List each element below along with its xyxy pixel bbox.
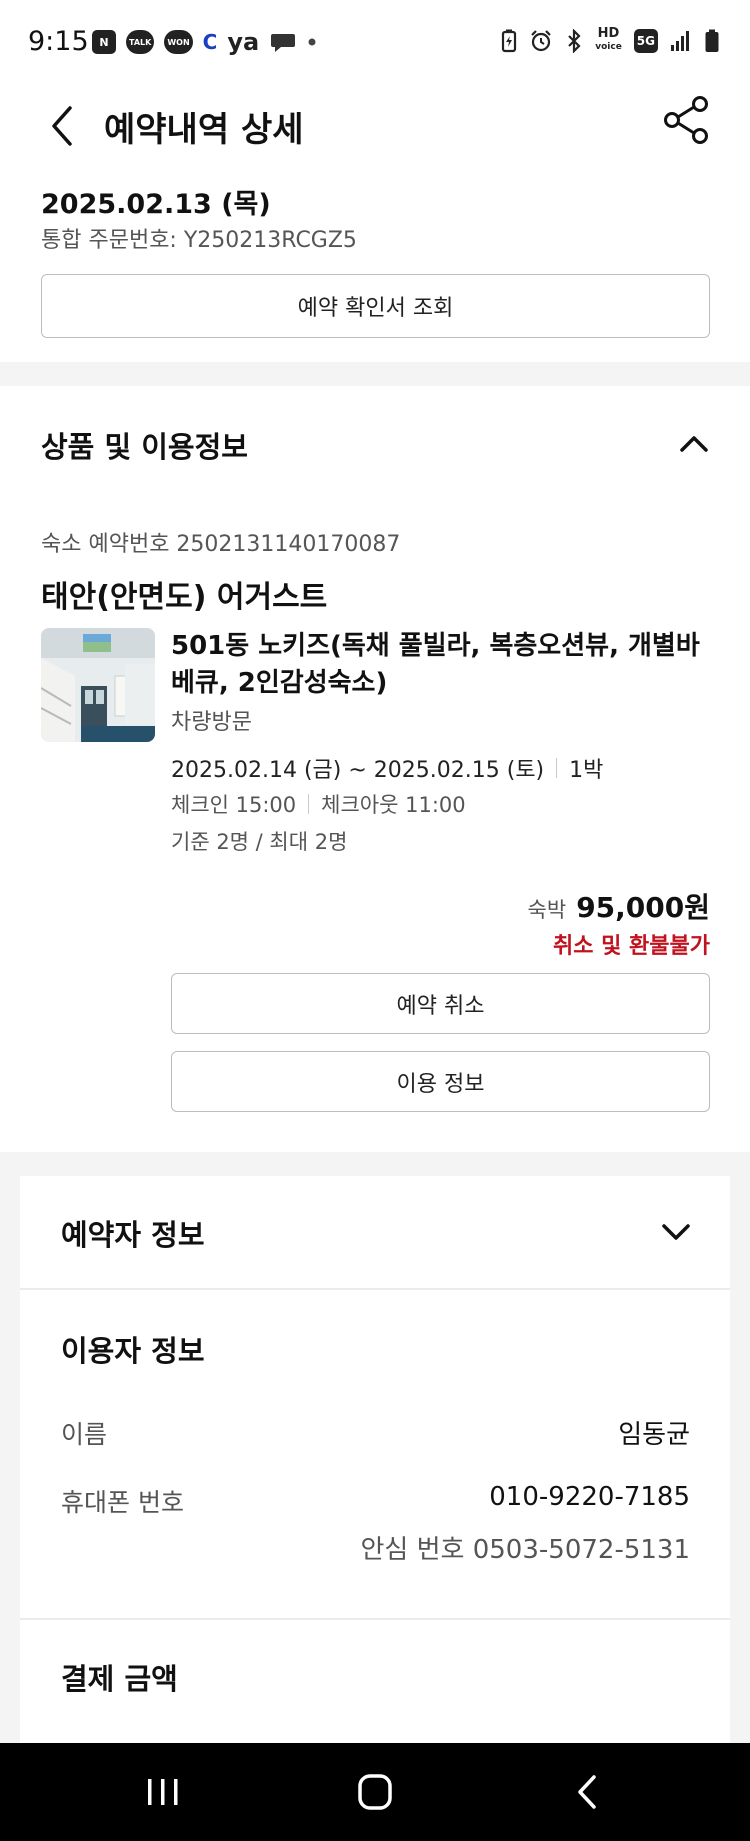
room-capacity: 기준 2명 / 최대 2명	[171, 830, 348, 854]
payment-panel: 결제 금액	[20, 1620, 730, 1743]
user-section-title: 이용자 정보	[61, 1334, 205, 1368]
hotel-name[interactable]: 태안(안면도) 어거스트	[41, 572, 327, 616]
safe-number: 안심 번호 0503-5072-5131	[360, 1535, 690, 1565]
ya-icon: ya	[227, 28, 260, 56]
battery-saver-icon	[502, 29, 517, 52]
lodging-reservation-number: 숙소 예약번호 2502131140170087	[41, 532, 401, 557]
price-label: 숙박	[527, 898, 567, 922]
room-thumbnail	[41, 628, 155, 742]
notification-icons: N TALK WON C ya	[92, 28, 317, 56]
divider	[308, 794, 310, 814]
stay-dates: 2025.02.14 (금) ~ 2025.02.15 (토)	[171, 758, 545, 783]
price-row: 숙박 95,000원	[528, 886, 710, 926]
cancel-reservation-button[interactable]: 예약 취소	[171, 973, 710, 1034]
phone-value: 010-9220-7185	[489, 1482, 690, 1512]
confirmation-view-button[interactable]: 예약 확인서 조회	[41, 274, 710, 338]
system-nav-bar	[0, 1743, 750, 1841]
status-bar: 9:15 N TALK WON C ya HD voice 5G	[0, 0, 750, 84]
stay-period: 2025.02.14 (금) ~ 2025.02.15 (토) 1박	[171, 752, 603, 784]
nights-count: 1박	[569, 758, 604, 783]
alarm-icon	[531, 29, 551, 51]
order-number: 통합 주문번호: Y250213RCGZ5	[41, 228, 357, 253]
visit-type: 차량방문	[171, 710, 252, 735]
checkin-time: 체크인 15:00	[171, 793, 297, 817]
voice-label: voice	[595, 42, 622, 52]
room-name: 501동 노키즈(독채 풀빌라, 복층오션뷰, 개별바베큐, 2인감성숙소)	[171, 631, 700, 698]
booker-info-panel[interactable]: 예약자 정보	[20, 1176, 730, 1288]
share-icon[interactable]	[658, 92, 714, 148]
payment-section-title: 결제 금액	[61, 1662, 178, 1696]
page-title: 예약내역 상세	[104, 110, 304, 150]
recent-apps-icon[interactable]	[138, 1769, 188, 1815]
usage-info-button[interactable]: 이용 정보	[171, 1051, 710, 1112]
naver-icon: N	[92, 30, 116, 54]
chevron-down-icon[interactable]	[658, 1214, 694, 1250]
section-divider	[0, 362, 750, 386]
hd-voice-icon: HD voice	[595, 26, 622, 53]
name-label: 이름	[61, 1420, 108, 1449]
dot-icon	[308, 38, 316, 46]
system-icons: HD voice 5G	[501, 26, 720, 53]
chat-bubble-icon	[271, 34, 296, 52]
booking-date: 2025.02.13 (목)	[41, 189, 271, 220]
product-section-title: 상품 및 이용정보	[41, 430, 248, 464]
won-icon: WON	[164, 30, 193, 54]
back-icon[interactable]	[562, 1769, 612, 1815]
chevron-left-icon[interactable]	[40, 96, 88, 156]
checkin-checkout: 체크인 15:00 체크아웃 11:00	[171, 789, 466, 819]
user-info-panel: 이용자 정보	[20, 1290, 730, 1618]
status-time: 9:15	[28, 26, 89, 57]
booker-section-title: 예약자 정보	[61, 1218, 205, 1252]
bluetooth-icon	[568, 28, 581, 53]
kakaotalk-icon: TALK	[126, 30, 155, 54]
5g-icon: 5G	[633, 28, 658, 53]
c-icon: C	[202, 30, 218, 54]
home-icon[interactable]	[350, 1769, 400, 1815]
divider	[556, 758, 558, 778]
price-value: 95,000원	[576, 891, 710, 924]
battery-icon	[705, 29, 719, 52]
checkout-time: 체크아웃 11:00	[321, 793, 466, 817]
refund-policy: 취소 및 환불불가	[553, 934, 710, 959]
chevron-up-icon[interactable]	[676, 426, 712, 462]
signal-icon	[671, 30, 689, 51]
phone-label: 휴대폰 번호	[61, 1488, 184, 1517]
name-value: 임동균	[618, 1420, 690, 1450]
hd-label: HD	[597, 26, 620, 41]
app-header: 예약내역 상세	[0, 84, 750, 184]
room-photo	[41, 628, 155, 742]
